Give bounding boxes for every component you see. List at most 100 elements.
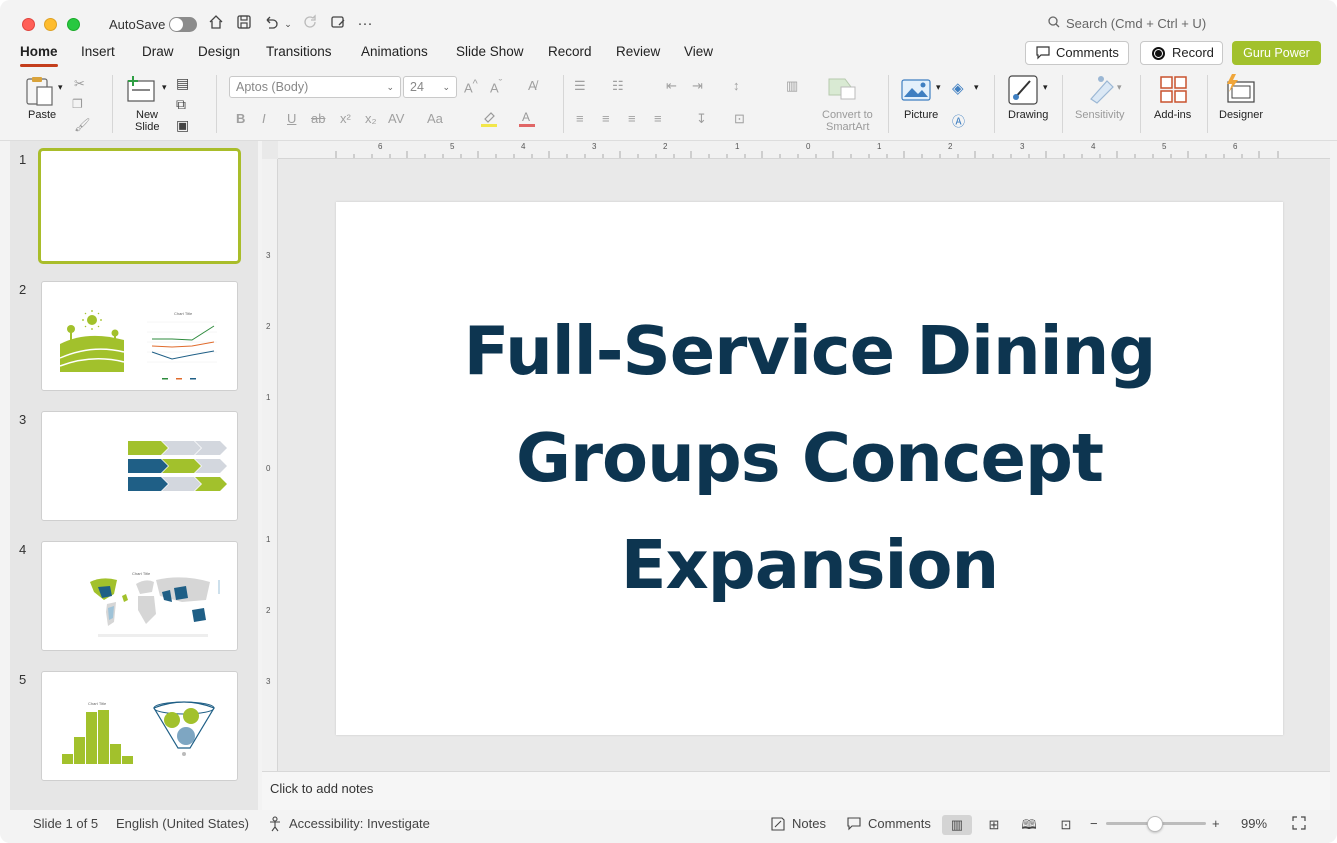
minimize-window-button[interactable] — [44, 18, 57, 31]
autosave-toggle[interactable] — [169, 17, 197, 32]
subscript-icon[interactable]: x₂ — [365, 111, 377, 126]
undo-dropdown-icon[interactable]: ⌄ — [281, 14, 295, 34]
language-status[interactable]: English (United States) — [116, 816, 249, 831]
sensitivity-dropdown-icon[interactable]: ▾ — [1117, 82, 1122, 93]
picture-label: Picture — [904, 109, 939, 121]
save-icon[interactable] — [234, 14, 254, 34]
shapes-icon[interactable]: ◈ — [952, 79, 964, 97]
shapes-dropdown-icon[interactable]: ▾ — [974, 82, 979, 93]
font-name-select[interactable]: Aptos (Body) ⌄ — [229, 76, 401, 98]
paste-dropdown-icon[interactable]: ▾ — [58, 82, 63, 93]
home-icon[interactable] — [206, 14, 226, 34]
search-box[interactable]: Search (Cmd + Ctrl + U) — [1048, 16, 1206, 31]
slide-title[interactable]: Full-Service Dining Groups Concept Expan… — [336, 298, 1283, 619]
highlight-icon[interactable] — [480, 109, 498, 130]
drawing-dropdown-icon[interactable]: ▾ — [1043, 82, 1048, 93]
font-size-select[interactable]: 24 ⌄ — [403, 76, 457, 98]
textbox-icon[interactable]: Ⓐ — [952, 111, 965, 130]
new-slide-icon[interactable] — [127, 75, 157, 103]
more-options-icon[interactable]: ··· — [355, 14, 375, 34]
zoom-slider-handle[interactable] — [1147, 816, 1163, 832]
underline-icon[interactable]: U — [287, 111, 296, 126]
picture-dropdown-icon[interactable]: ▾ — [936, 82, 941, 93]
slideshow-view-icon[interactable]: ⊡ — [1051, 815, 1081, 835]
cut-icon[interactable]: ✂ — [74, 76, 85, 92]
tab-draw[interactable]: Draw — [142, 44, 174, 59]
align-center-icon[interactable]: ≡ — [602, 111, 610, 126]
comments-status-icon[interactable] — [846, 816, 862, 835]
align-right-icon[interactable]: ≡ — [628, 111, 636, 126]
increase-font-icon[interactable]: A^ — [464, 78, 478, 95]
new-slide-dropdown-icon[interactable]: ▾ — [162, 82, 167, 93]
bold-icon[interactable]: B — [236, 111, 245, 126]
section-icon[interactable]: ▣ — [176, 117, 189, 134]
tab-animations[interactable]: Animations — [361, 44, 428, 59]
tab-home[interactable]: Home — [20, 44, 58, 67]
justify-icon[interactable]: ≡ — [654, 111, 662, 126]
character-spacing-icon[interactable]: AV — [388, 111, 404, 126]
clear-formatting-icon[interactable]: A̸ — [528, 78, 537, 93]
tab-insert[interactable]: Insert — [81, 44, 115, 59]
sensitivity-icon[interactable] — [1087, 75, 1115, 105]
close-window-button[interactable] — [22, 18, 35, 31]
reset-icon[interactable]: ⧉ — [176, 96, 186, 113]
superscript-icon[interactable]: x² — [340, 111, 351, 126]
font-color-icon[interactable]: A — [518, 109, 536, 130]
slide-thumbnail-1[interactable] — [38, 148, 241, 264]
paste-icon[interactable] — [25, 75, 55, 107]
columns-icon[interactable]: ▥ — [786, 78, 798, 94]
comments-button[interactable]: Comments — [1025, 41, 1129, 65]
guru-power-button[interactable]: Guru Power — [1232, 41, 1321, 65]
bullets-icon[interactable]: ☰ — [574, 78, 586, 94]
notes-pane[interactable]: Click to add notes — [262, 771, 1330, 810]
tab-view[interactable]: View — [684, 44, 713, 59]
line-spacing-icon[interactable]: ↕ — [733, 78, 740, 93]
zoom-out-icon[interactable]: − — [1090, 816, 1098, 831]
smartart-icon[interactable] — [827, 77, 857, 101]
accessibility-icon[interactable] — [268, 816, 284, 835]
present-icon[interactable] — [328, 14, 348, 34]
drawing-icon[interactable] — [1008, 75, 1040, 105]
tab-transitions[interactable]: Transitions — [266, 44, 332, 59]
tab-design[interactable]: Design — [198, 44, 240, 59]
format-painter-icon[interactable]: 🖌 — [74, 117, 91, 133]
slide-thumbnail-5[interactable]: Chart Title — [41, 671, 238, 781]
align-text-icon[interactable]: ⊡ — [734, 111, 745, 127]
tab-record[interactable]: Record — [548, 44, 592, 59]
slide-thumbnail-3[interactable] — [41, 411, 238, 521]
picture-icon[interactable] — [901, 79, 931, 101]
maximize-window-button[interactable] — [67, 18, 80, 31]
redo-icon[interactable] — [301, 14, 321, 34]
copy-icon[interactable]: ❐ — [72, 97, 83, 111]
title-line-3: Expansion — [620, 526, 999, 604]
add-ins-icon[interactable] — [1160, 76, 1188, 104]
layout-icon[interactable]: ▤ — [176, 75, 189, 92]
notes-toggle[interactable]: Notes — [792, 816, 826, 831]
notes-icon[interactable] — [770, 816, 786, 835]
record-button[interactable]: Record — [1140, 41, 1223, 65]
normal-view-icon[interactable]: ▥ — [942, 815, 972, 835]
increase-indent-icon[interactable]: ⇥ — [692, 78, 703, 94]
text-direction-icon[interactable]: ↧ — [696, 111, 707, 127]
zoom-in-icon[interactable]: + — [1212, 816, 1220, 831]
fit-to-window-icon[interactable] — [1292, 816, 1306, 833]
strikethrough-icon[interactable]: ab — [311, 111, 325, 126]
designer-icon[interactable] — [1224, 74, 1256, 104]
accessibility-status[interactable]: Accessibility: Investigate — [289, 816, 430, 831]
numbering-icon[interactable]: ☷ — [612, 78, 624, 94]
italic-icon[interactable]: I — [262, 111, 266, 126]
tab-slide-show[interactable]: Slide Show — [456, 44, 524, 59]
change-case-icon[interactable]: Aa — [427, 111, 443, 126]
slide-thumbnail-4[interactable]: Chart Title — [41, 541, 238, 651]
tab-review[interactable]: Review — [616, 44, 660, 59]
comments-toggle[interactable]: Comments — [868, 816, 931, 831]
slide-canvas[interactable]: Full-Service Dining Groups Concept Expan… — [336, 202, 1283, 735]
decrease-indent-icon[interactable]: ⇤ — [666, 78, 677, 94]
decrease-font-icon[interactable]: Aˇ — [490, 78, 502, 95]
align-left-icon[interactable]: ≡ — [576, 111, 584, 126]
zoom-level[interactable]: 99% — [1241, 816, 1267, 831]
undo-icon[interactable] — [261, 14, 281, 34]
reading-view-icon[interactable]: 🕮 — [1014, 815, 1044, 835]
slide-sorter-icon[interactable]: ⊞ — [979, 815, 1009, 835]
slide-thumbnail-2[interactable]: Chart Title — [41, 281, 238, 391]
